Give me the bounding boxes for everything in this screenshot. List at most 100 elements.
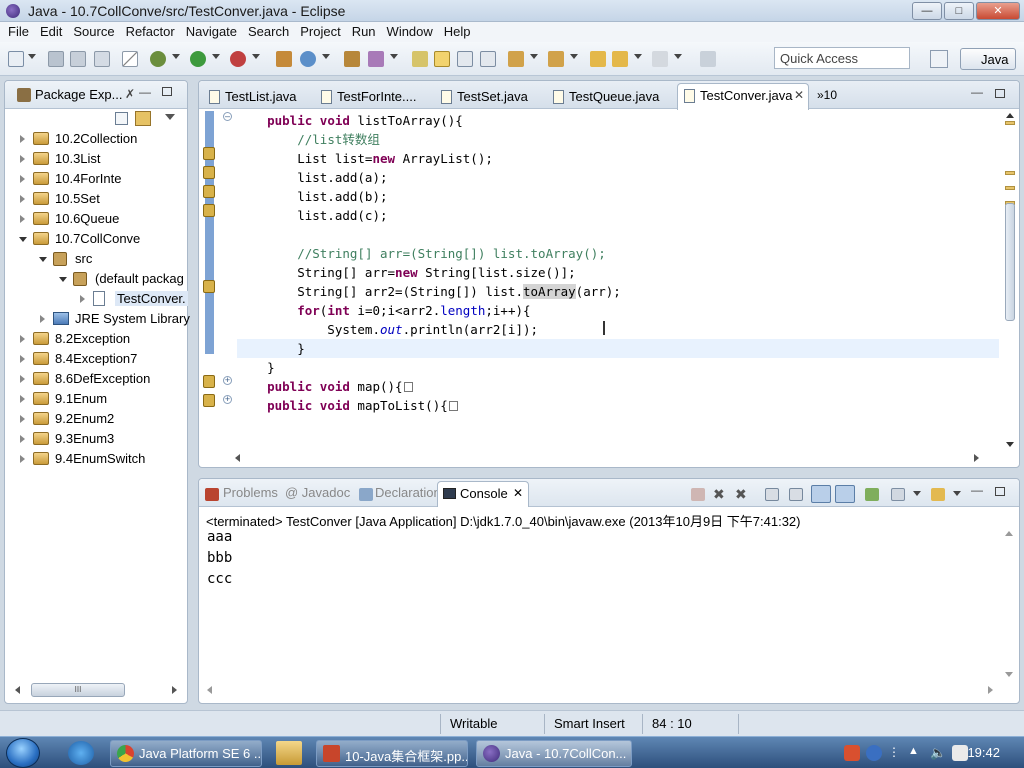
collapsed-chevron-icon[interactable] [80, 295, 85, 303]
scroll-left-icon[interactable] [15, 686, 20, 694]
new-dropdown-icon[interactable] [28, 54, 36, 59]
menu-navigate[interactable]: Navigate [182, 22, 244, 42]
tab-testconver[interactable]: TestConver.java ✕ [677, 83, 809, 110]
menu-source[interactable]: Source [69, 22, 121, 42]
remove-all-terminated-icon[interactable]: ✖ [735, 487, 749, 501]
editor-scroll-thumb[interactable] [1005, 203, 1015, 321]
tab-declaration[interactable]: Declaration [375, 485, 441, 500]
menu-project[interactable]: Project [296, 22, 347, 42]
collapsed-chevron-icon[interactable] [20, 175, 25, 183]
scroll-right-icon[interactable] [974, 454, 979, 462]
code-line[interactable]: List list=new ArrayList(); [237, 149, 493, 168]
scroll-right-icon[interactable] [988, 686, 993, 694]
scroll-down-icon[interactable] [1006, 442, 1014, 447]
new-class-icon[interactable] [300, 51, 316, 67]
menu-help[interactable]: Help [440, 22, 478, 42]
open-type-icon[interactable] [344, 51, 360, 67]
new-icon[interactable] [8, 51, 24, 67]
warning-marker-icon[interactable] [203, 280, 215, 293]
display-console-dropdown-icon[interactable] [913, 491, 921, 496]
link-with-editor-icon[interactable] [135, 111, 151, 126]
mark-occurrences-icon[interactable] [434, 51, 450, 67]
expanded-chevron-icon[interactable] [39, 257, 47, 262]
expanded-chevron-icon[interactable] [59, 277, 67, 282]
overview-warning-mark[interactable] [1005, 121, 1015, 125]
next-annotation-dropdown-icon[interactable] [530, 54, 538, 59]
menu-refactor[interactable]: Refactor [122, 22, 182, 42]
collapsed-chevron-icon[interactable] [20, 395, 25, 403]
collapse-all-icon[interactable] [115, 112, 128, 125]
collapsed-chevron-icon[interactable] [40, 315, 45, 323]
warning-marker-icon[interactable] [203, 147, 215, 160]
close-tab-icon[interactable]: ✕ [794, 88, 804, 102]
close-console-icon[interactable]: ✕ [513, 486, 523, 500]
save-icon[interactable] [48, 51, 64, 67]
open-console-icon[interactable] [931, 488, 945, 501]
code-line[interactable]: public void map(){ [237, 377, 413, 396]
external-tools-dropdown-icon[interactable] [252, 54, 260, 59]
code-editor[interactable]: public void listToArray(){ //list转数组 Lis… [217, 111, 999, 449]
next-annotation-icon[interactable] [508, 51, 524, 67]
code-line[interactable]: public void mapToList(){ [237, 396, 458, 415]
remove-launch-icon[interactable]: ✖ [713, 487, 727, 501]
maximize-console-icon[interactable] [995, 487, 1005, 496]
tab-testlist[interactable]: TestList.java [203, 85, 297, 109]
tab-javadoc[interactable]: @ Javadoc [285, 485, 350, 500]
new-java-project-icon[interactable] [276, 51, 292, 67]
back-dropdown-icon[interactable] [634, 54, 642, 59]
java-perspective-button[interactable]: Java [960, 48, 1016, 70]
view-menu-icon[interactable] [165, 114, 175, 120]
tab-problems[interactable]: Problems [223, 485, 278, 500]
code-line[interactable]: list.add(c); [237, 206, 387, 225]
code-line[interactable]: //String[] arr=(String[]) list.toArray()… [237, 244, 606, 263]
close-button[interactable]: ✕ [976, 2, 1020, 20]
pin-editor-icon[interactable] [700, 51, 716, 67]
collapsed-chevron-icon[interactable] [20, 135, 25, 143]
warning-marker-icon[interactable] [203, 166, 215, 179]
code-line[interactable]: list.add(b); [237, 187, 387, 206]
code-line[interactable]: for(int i=0;i<arr2.length;i++){ [237, 301, 530, 320]
scroll-lock-icon[interactable] [789, 488, 803, 501]
warning-marker-icon[interactable] [203, 204, 215, 217]
package-explorer-title[interactable]: Package Exp... [35, 87, 122, 102]
minimize-view-icon[interactable]: — [139, 85, 151, 99]
editor-hscrollbar[interactable] [235, 453, 979, 463]
explorer-folder-icon[interactable] [276, 741, 302, 765]
code-line[interactable]: } [237, 339, 305, 358]
menu-file[interactable]: File [4, 22, 36, 42]
tab-testforinte[interactable]: TestForInte.... [315, 85, 416, 109]
folded-code-icon[interactable] [403, 382, 413, 392]
taskbar-eclipse-button[interactable]: Java - 10.7CollCon... [476, 740, 632, 767]
scroll-right-icon[interactable] [172, 686, 177, 694]
display-selected-console-icon[interactable] [891, 488, 905, 501]
warning-marker-icon[interactable] [203, 394, 215, 407]
tab-overflow-button[interactable]: »10 [817, 88, 837, 102]
show-console-on-output-icon[interactable] [811, 485, 831, 503]
forward-dropdown-icon[interactable] [674, 54, 682, 59]
scroll-up-icon[interactable] [1005, 531, 1013, 536]
collapsed-chevron-icon[interactable] [20, 155, 25, 163]
toggle-annotation-icon[interactable] [412, 51, 428, 67]
external-tools-icon[interactable] [230, 51, 246, 67]
menu-search[interactable]: Search [244, 22, 296, 42]
scroll-left-icon[interactable] [235, 454, 240, 462]
taskbar-powerpoint-button[interactable]: 10-Java集合框架.pp... [316, 740, 468, 767]
maximize-view-icon[interactable] [162, 87, 172, 96]
previous-annotation-dropdown-icon[interactable] [570, 54, 578, 59]
collapsed-chevron-icon[interactable] [20, 435, 25, 443]
block-selection-icon[interactable] [457, 51, 473, 67]
collapsed-chevron-icon[interactable] [20, 415, 25, 423]
run-icon[interactable] [190, 51, 206, 67]
scroll-up-icon[interactable] [1006, 113, 1014, 118]
back-icon[interactable] [612, 51, 628, 67]
terminate-icon[interactable] [691, 488, 705, 501]
expanded-chevron-icon[interactable] [19, 237, 27, 242]
previous-annotation-icon[interactable] [548, 51, 564, 67]
warning-marker-icon[interactable] [203, 185, 215, 198]
editor-vscrollbar[interactable] [1003, 111, 1017, 449]
taskbar-clock[interactable]: 19:42 [967, 745, 1000, 760]
scroll-down-icon[interactable] [1005, 672, 1013, 677]
collapsed-chevron-icon[interactable] [20, 195, 25, 203]
collapsed-chevron-icon[interactable] [20, 375, 25, 383]
collapsed-chevron-icon[interactable] [20, 455, 25, 463]
